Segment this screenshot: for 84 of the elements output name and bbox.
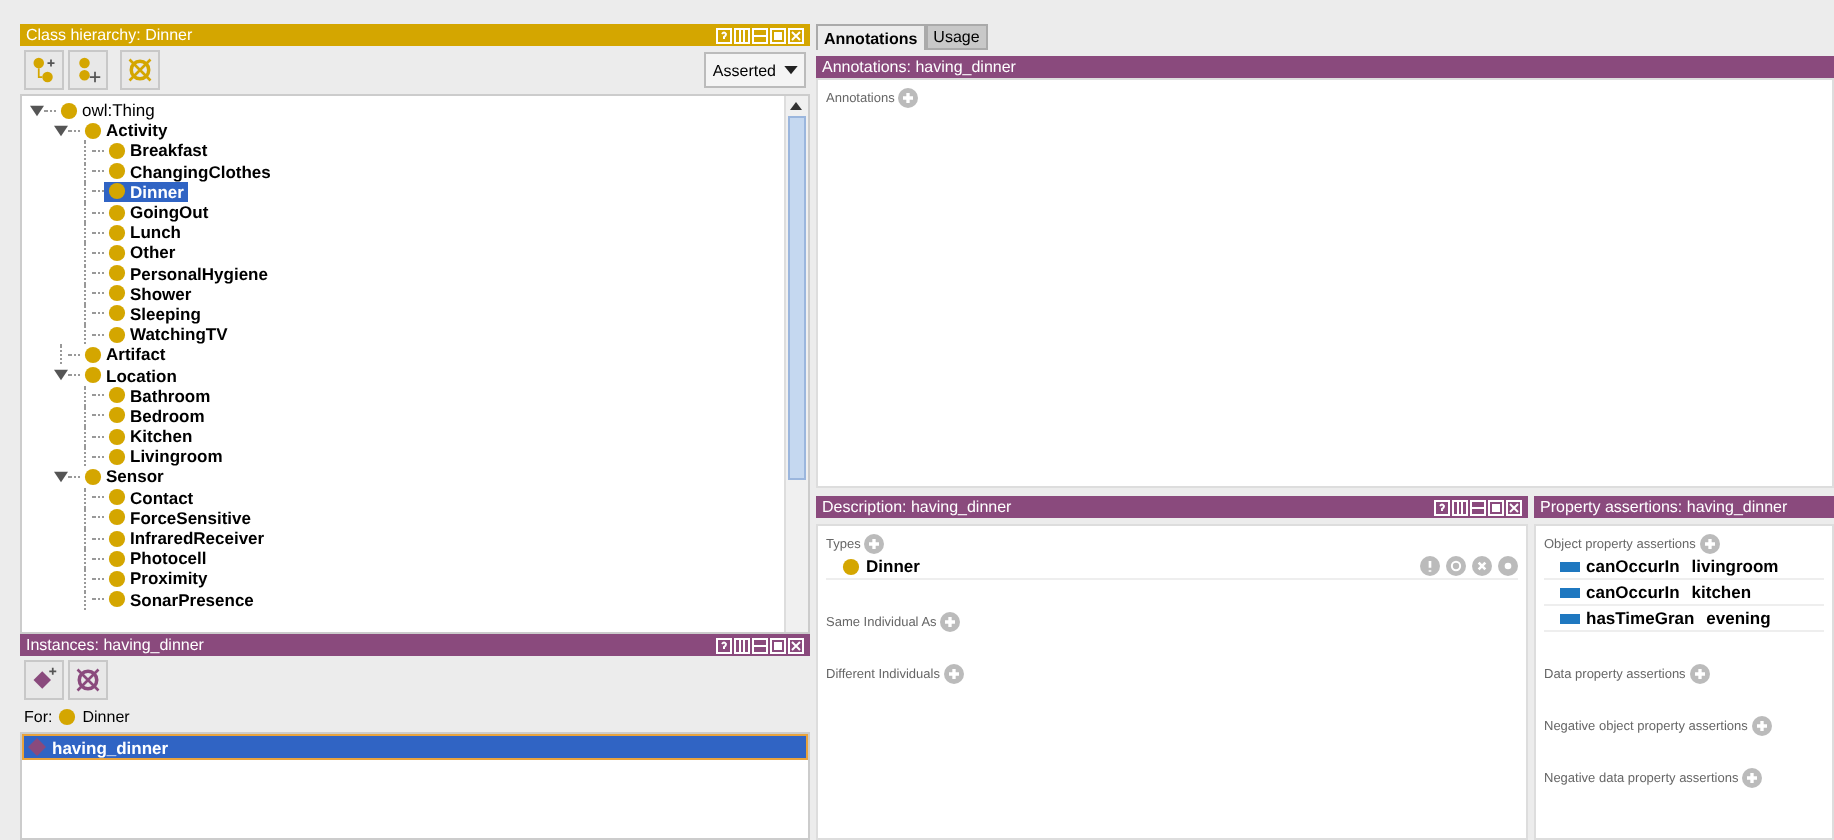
info-icon[interactable] xyxy=(1420,556,1440,576)
class-icon xyxy=(58,707,77,725)
add-sibling-button[interactable] xyxy=(68,50,108,90)
tree-item[interactable]: Proximity xyxy=(104,568,212,589)
expanded-arrow-icon[interactable] xyxy=(30,103,44,118)
property-value[interactable]: evening xyxy=(1706,608,1771,628)
add-icon[interactable] xyxy=(1699,534,1720,554)
tree-item[interactable]: SonarPresence xyxy=(104,589,258,610)
for-label: For: xyxy=(24,707,53,725)
tree-item[interactable]: GoingOut xyxy=(104,202,213,223)
edit-icon[interactable] xyxy=(1498,556,1518,576)
tree-item[interactable]: InfraredReceiver xyxy=(104,528,269,549)
delete-icon xyxy=(126,56,154,84)
help-icon[interactable] xyxy=(1434,499,1450,515)
class-icon xyxy=(842,557,860,575)
close-icon[interactable] xyxy=(1506,499,1522,515)
expanded-arrow-icon[interactable] xyxy=(54,123,68,138)
tree-item[interactable]: Other xyxy=(104,242,180,263)
class-name: Dinner xyxy=(82,707,130,725)
tree-item[interactable]: Bathroom xyxy=(104,385,215,406)
property-name[interactable]: hasTimeGran xyxy=(1586,608,1695,628)
tree-item[interactable]: Bedroom xyxy=(104,405,209,426)
add-individual-button[interactable] xyxy=(24,660,64,700)
tree-item[interactable]: Dinner xyxy=(104,181,188,202)
expanded-arrow-icon[interactable] xyxy=(54,469,68,484)
panel-title: Annotations: having_dinner xyxy=(822,58,1016,76)
tree-item[interactable]: PersonalHygiene xyxy=(104,263,272,284)
property-value[interactable]: kitchen xyxy=(1691,582,1752,602)
add-icon[interactable] xyxy=(1751,716,1772,736)
add-icon[interactable] xyxy=(943,664,964,684)
property-name[interactable]: canOccurIn xyxy=(1586,582,1680,602)
tree-item[interactable]: ForceSensitive xyxy=(104,507,255,528)
property-value[interactable]: livingroom xyxy=(1691,556,1779,576)
annotate-icon[interactable] xyxy=(1446,556,1466,576)
tree-item[interactable]: Photocell xyxy=(104,548,211,569)
add-icon[interactable] xyxy=(864,534,885,554)
property-name[interactable]: canOccurIn xyxy=(1586,556,1680,576)
minimize-icon[interactable] xyxy=(752,637,768,653)
view-dropdown[interactable]: Asserted xyxy=(704,52,806,88)
add-icon[interactable] xyxy=(1689,664,1710,684)
panel-title: Property assertions: having_dinner xyxy=(1540,498,1788,516)
delete-icon xyxy=(74,666,102,694)
subclass-icon xyxy=(30,56,58,84)
delete-icon[interactable] xyxy=(1472,556,1492,576)
split-icon[interactable] xyxy=(734,637,750,653)
help-icon[interactable] xyxy=(716,637,732,653)
maximize-icon[interactable] xyxy=(1488,499,1504,515)
expanded-arrow-icon[interactable] xyxy=(54,368,68,383)
close-icon[interactable] xyxy=(788,637,804,653)
tree-item[interactable]: Livingroom xyxy=(104,446,227,467)
add-icon[interactable] xyxy=(898,88,919,108)
tree-item[interactable]: ChangingClothes xyxy=(104,161,275,182)
tree-item[interactable]: Activity xyxy=(80,120,172,141)
split-icon[interactable] xyxy=(1452,499,1468,515)
panel-title: Instances: having_dinner xyxy=(26,636,204,654)
sibling-icon xyxy=(74,56,102,84)
tree-item[interactable]: Shower xyxy=(104,283,196,304)
add-icon[interactable] xyxy=(940,612,961,632)
individual-item[interactable]: having_dinner xyxy=(22,734,808,760)
tree-item[interactable]: Location xyxy=(80,365,181,386)
tree-item[interactable]: Sleeping xyxy=(104,303,205,324)
tree-item[interactable]: WatchingTV xyxy=(104,324,232,345)
delete-individual-button[interactable] xyxy=(68,660,108,700)
scrollbar[interactable] xyxy=(784,96,808,632)
panel-title: Class hierarchy: Dinner xyxy=(26,26,193,44)
tree-item[interactable]: Artifact xyxy=(80,344,170,365)
diamond-plus-icon xyxy=(30,666,58,694)
maximize-icon[interactable] xyxy=(770,637,786,653)
add-icon[interactable] xyxy=(1742,768,1763,788)
tree-item[interactable]: owl:Thing xyxy=(56,100,159,121)
add-subclass-button[interactable] xyxy=(24,50,64,90)
type-entry[interactable]: Dinner xyxy=(866,556,920,576)
tree-item[interactable]: Contact xyxy=(104,487,198,508)
caret-icon xyxy=(784,65,798,75)
delete-class-button[interactable] xyxy=(120,50,160,90)
tree-item[interactable]: Sensor xyxy=(80,466,168,487)
minimize-icon[interactable] xyxy=(1470,499,1486,515)
tree-item[interactable]: Breakfast xyxy=(104,140,212,161)
tab[interactable]: Annotations xyxy=(816,24,926,50)
diamond-icon xyxy=(28,738,46,756)
tree-item[interactable]: Lunch xyxy=(104,222,185,243)
tree-item[interactable]: Kitchen xyxy=(104,426,197,447)
panel-title: Description: having_dinner xyxy=(822,498,1012,516)
tab[interactable]: Usage xyxy=(925,24,988,50)
